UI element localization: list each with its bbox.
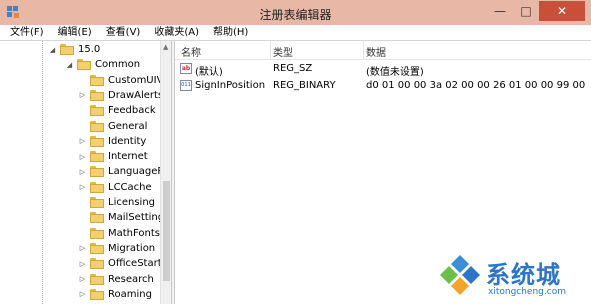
folder-icon xyxy=(90,197,104,208)
collapse-arrow-icon[interactable]: ◢ xyxy=(65,61,74,69)
tree-item-label: OfficeStart xyxy=(108,258,162,270)
tree-item-label: General xyxy=(108,120,148,132)
tree-item[interactable]: ▷ Internet xyxy=(78,149,148,164)
tree-item[interactable]: ▷ LCCache xyxy=(78,180,152,195)
expand-arrow-icon[interactable]: ▷ xyxy=(78,168,87,176)
folder-icon xyxy=(60,44,74,55)
watermark-url: xitongcheng.com xyxy=(488,287,566,297)
expand-arrow-icon[interactable]: ▷ xyxy=(78,183,87,191)
menu-file[interactable]: 文件(F) xyxy=(4,25,52,40)
menu-help[interactable]: 帮助(H) xyxy=(207,25,256,40)
tree-item-label: Common xyxy=(95,59,141,71)
value-row-signinposition[interactable]: 011 SignInPosition REG_BINARY d0 01 00 0… xyxy=(175,78,591,94)
folder-icon xyxy=(90,135,104,147)
column-header-type[interactable]: 类型 xyxy=(273,44,293,59)
tree-item[interactable]: MailSettings xyxy=(78,210,169,225)
menu-edit[interactable]: 编辑(E) xyxy=(52,25,100,40)
tree-scrollbar[interactable]: ▲ xyxy=(160,41,171,304)
tree-item[interactable]: ▷ LanguageRe xyxy=(78,164,170,179)
tree-item-label: DrawAlerts xyxy=(108,89,164,101)
menu-favorites[interactable]: 收藏夹(A) xyxy=(148,25,207,40)
folder-icon xyxy=(90,74,104,86)
tree-item-label: Internet xyxy=(108,151,148,163)
folder-icon xyxy=(90,181,104,193)
expand-arrow-icon[interactable]: ▷ xyxy=(78,91,87,99)
registry-tree[interactable]: ◢ 15.0 ◢ Common CustomUIVa ▷ DrawAlerts Feedbac… xyxy=(0,41,171,304)
tree-item[interactable]: Feedback xyxy=(78,103,156,118)
expand-arrow-icon[interactable]: ▷ xyxy=(78,153,87,161)
tree-guide-line xyxy=(42,41,43,304)
tree-item[interactable]: ▷ Research xyxy=(78,272,154,287)
scroll-up-arrow-icon[interactable]: ▲ xyxy=(163,43,168,51)
folder-icon xyxy=(90,227,104,239)
value-name: (默认) xyxy=(195,67,223,78)
folder-icon xyxy=(90,89,104,101)
value-data: (数值未设置) xyxy=(366,67,424,78)
value-row-default[interactable]: ab (默认) REG_SZ (数值未设置) xyxy=(175,61,591,78)
expand-arrow-icon[interactable]: ▷ xyxy=(78,275,87,283)
tree-item[interactable]: ▷ Identity xyxy=(78,134,146,149)
tree-item-label: 15.0 xyxy=(78,44,101,55)
tree-item[interactable]: ◢ 15.0 xyxy=(48,42,100,57)
tree-item-label: Migration xyxy=(108,242,156,254)
list-header: 名称 类型 数据 xyxy=(175,41,591,60)
tree-item[interactable]: ▷ Migration xyxy=(78,241,155,256)
tree-item[interactable]: ▷ OfficeStart xyxy=(78,256,162,271)
folder-icon xyxy=(90,151,104,163)
close-button[interactable]: ✕ xyxy=(539,1,585,21)
tree-item-label: Research xyxy=(108,273,154,285)
tree-item[interactable]: General xyxy=(78,119,147,134)
folder-icon xyxy=(90,166,104,178)
menu-bar: 文件(F) 编辑(E) 查看(V) 收藏夹(A) 帮助(H) xyxy=(0,25,591,40)
folder-icon xyxy=(90,273,104,285)
folder-icon xyxy=(90,288,104,300)
tree-item[interactable]: ▷ DrawAlerts xyxy=(78,88,163,103)
collapse-arrow-icon[interactable]: ◢ xyxy=(48,46,57,54)
tree-item[interactable]: Licensing xyxy=(78,195,155,210)
folder-icon xyxy=(90,120,104,132)
expand-arrow-icon[interactable]: ▷ xyxy=(78,137,87,145)
tree-item-label: Feedback xyxy=(108,105,156,117)
folder-icon xyxy=(90,212,104,224)
site-watermark: 系统城 xitongcheng.com xyxy=(438,253,588,301)
column-divider[interactable] xyxy=(363,41,364,59)
tree-item-label: Identity xyxy=(108,135,147,147)
tree-item[interactable]: ◢ Common xyxy=(65,57,140,72)
window-controls: — □ ✕ xyxy=(487,1,585,21)
diamond-logo-icon xyxy=(440,255,480,295)
column-header-name[interactable]: 名称 xyxy=(181,44,201,59)
tree-item[interactable]: CustomUIVa xyxy=(78,73,169,88)
tree-item-label: Licensing xyxy=(108,197,156,208)
expand-arrow-icon[interactable]: ▷ xyxy=(78,260,87,268)
value-data: d0 01 00 00 3a 02 00 00 26 01 00 00 99 0… xyxy=(366,80,588,91)
watermark-brand: 系统城 xyxy=(486,261,561,289)
expand-arrow-icon[interactable]: ▷ xyxy=(78,290,87,298)
value-type: REG_BINARY xyxy=(273,80,336,91)
binary-value-icon: 011 xyxy=(180,80,192,91)
column-header-data[interactable]: 数据 xyxy=(366,44,386,59)
value-type: REG_SZ xyxy=(273,63,313,74)
tree-item[interactable]: MathFonts xyxy=(78,226,160,241)
maximize-button[interactable]: □ xyxy=(513,1,539,21)
tree-item-label: MathFonts xyxy=(108,227,160,239)
folder-icon xyxy=(77,59,91,71)
folder-icon xyxy=(90,105,104,117)
minimize-button[interactable]: — xyxy=(487,1,513,21)
tree-item-label: Roaming xyxy=(108,288,152,300)
folder-icon xyxy=(90,242,104,254)
scroll-thumb[interactable] xyxy=(163,181,170,281)
menu-view[interactable]: 查看(V) xyxy=(100,25,149,40)
tree-item-label: LCCache xyxy=(108,181,152,193)
string-value-icon: ab xyxy=(180,63,192,74)
title-bar[interactable]: 注册表编辑器 — □ ✕ xyxy=(0,0,591,25)
tree-item[interactable]: ▷ Roaming xyxy=(78,287,152,302)
folder-icon xyxy=(90,258,104,270)
value-name: SignInPosition xyxy=(195,80,266,91)
expand-arrow-icon[interactable]: ▷ xyxy=(78,244,87,252)
column-divider[interactable] xyxy=(270,41,271,59)
